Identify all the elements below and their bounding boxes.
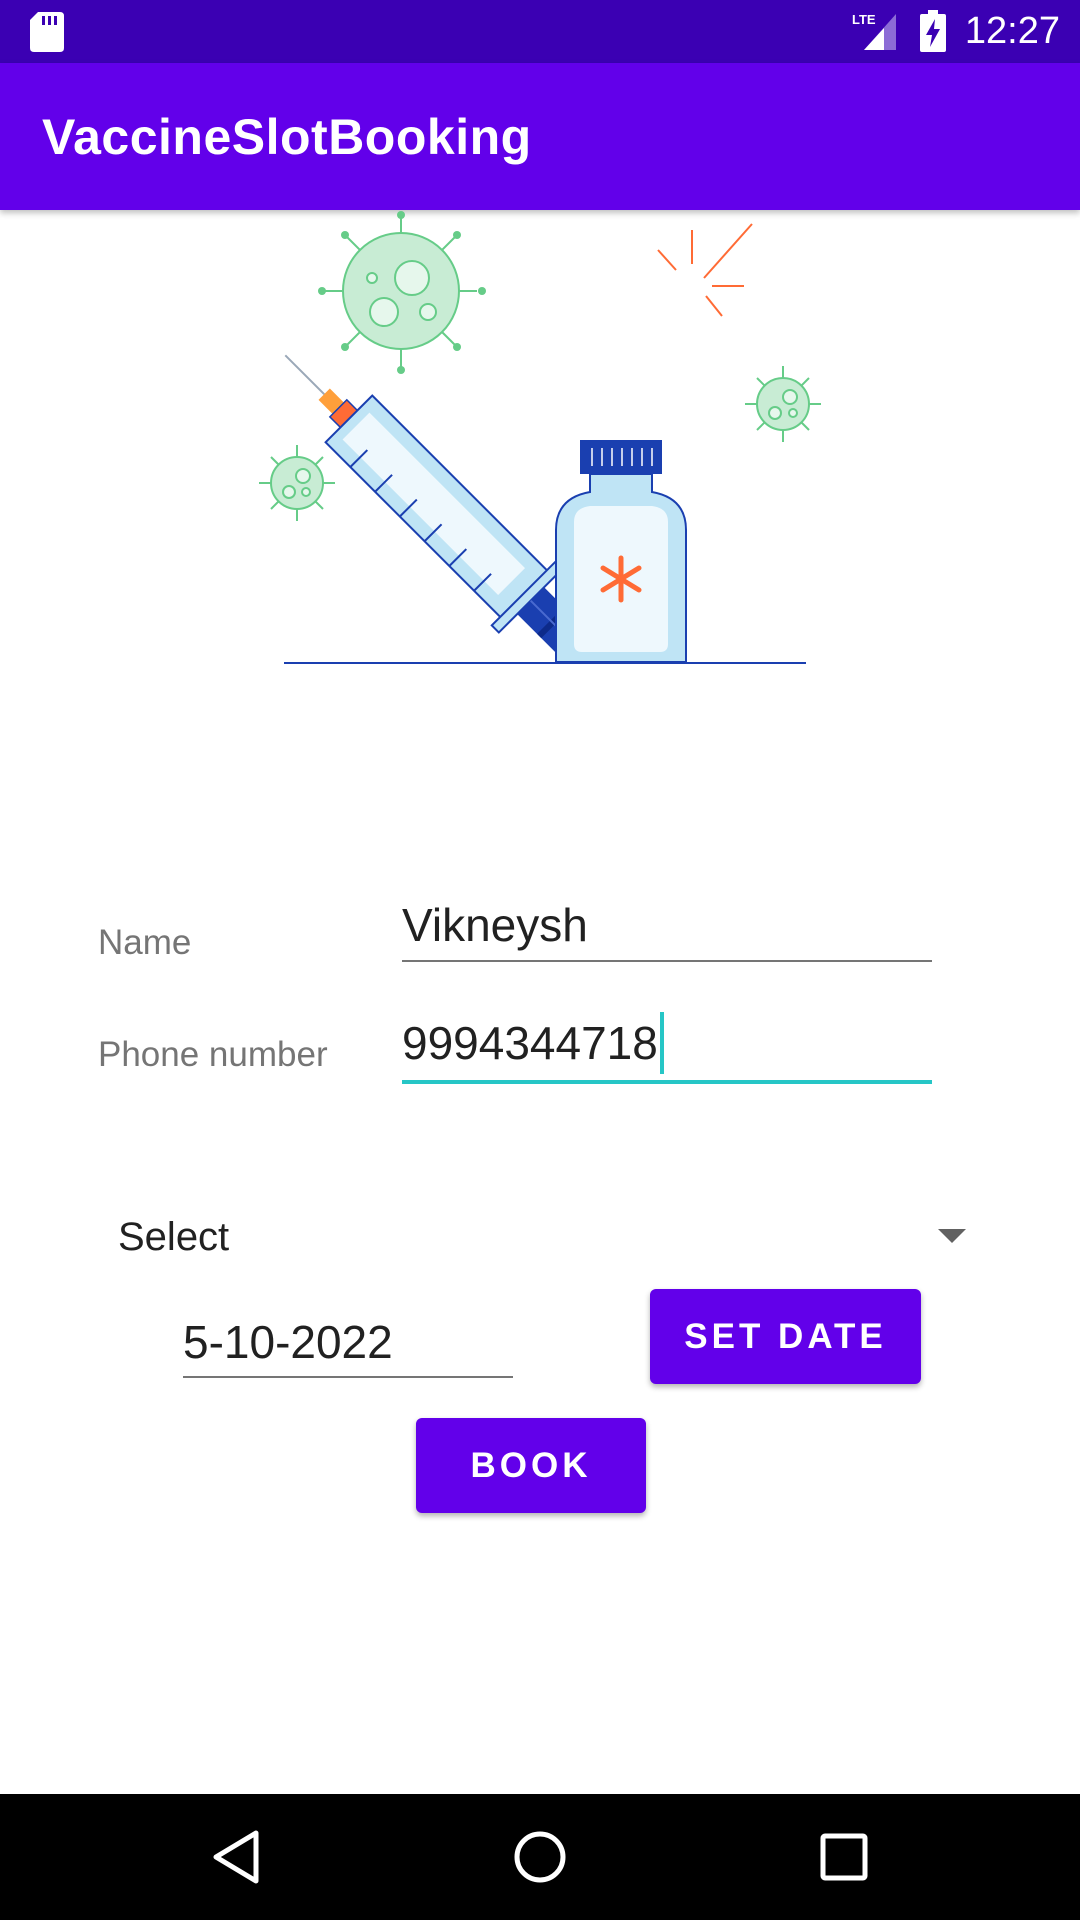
vaccine-bottle-icon (555, 440, 687, 663)
name-input-underline (402, 960, 932, 962)
recents-icon[interactable] (814, 1827, 874, 1887)
vaccine-select-spinner[interactable]: Select (98, 1205, 978, 1275)
spinner-selected-value: Select (118, 1215, 230, 1259)
navigation-bar (0, 1794, 1080, 1920)
app-bar: VaccineSlotBooking (0, 63, 1080, 210)
date-field-underline (183, 1376, 513, 1378)
app-title: VaccineSlotBooking (42, 109, 532, 165)
name-label: Name (98, 923, 192, 962)
virus-small-icon (259, 445, 335, 521)
battery-charging-icon (920, 10, 946, 52)
text-cursor (660, 1012, 664, 1074)
home-icon[interactable] (510, 1827, 570, 1887)
back-icon[interactable] (206, 1827, 266, 1887)
sd-card-icon (30, 12, 64, 52)
vaccine-syringe-illustration (259, 211, 821, 664)
virus-small-icon (745, 366, 821, 442)
dropdown-arrow-icon (938, 1229, 966, 1243)
phone-input-underline (402, 1080, 932, 1084)
book-button[interactable]: BOOK (416, 1418, 646, 1513)
status-clock: 12:27 (964, 10, 1060, 52)
name-input[interactable] (402, 895, 932, 955)
phone-input[interactable] (402, 1013, 932, 1073)
lte-signal-icon: LTE (852, 12, 896, 50)
svg-text:LTE: LTE (852, 12, 876, 27)
date-field[interactable]: 5-10-2022 (183, 1312, 513, 1372)
phone-label: Phone number (98, 1035, 328, 1074)
status-bar: LTE 12:27 (0, 0, 1080, 63)
set-date-button[interactable]: SET DATE (650, 1289, 921, 1384)
